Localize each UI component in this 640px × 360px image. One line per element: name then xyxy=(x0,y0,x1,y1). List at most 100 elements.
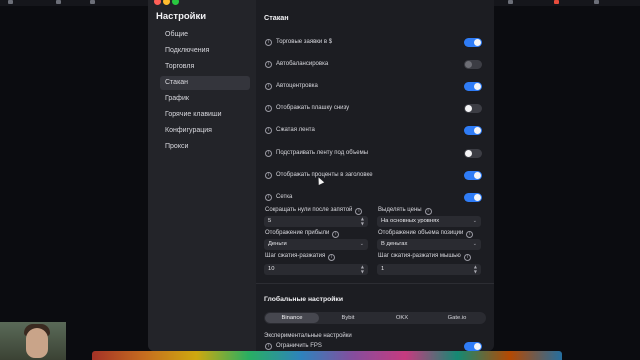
toggle-percent-in-header[interactable] xyxy=(464,171,482,180)
info-icon[interactable]: i xyxy=(265,61,272,68)
field-value: На основных уровнях xyxy=(381,218,440,224)
section-divider xyxy=(256,283,494,284)
position-volume-select[interactable]: В деньгах ⌄ xyxy=(377,239,481,250)
trim-zeros-stepper[interactable]: 5 ▲ ▼ xyxy=(264,216,368,227)
info-icon[interactable]: i xyxy=(265,127,272,134)
field-value: В деньгах xyxy=(381,241,408,247)
info-icon[interactable]: i xyxy=(466,231,474,238)
chevron-down-icon: ⌄ xyxy=(472,241,477,247)
toggle-adjust-tape-volume[interactable] xyxy=(464,149,482,158)
sidebar-item-orderbook[interactable]: Стакан xyxy=(160,76,250,90)
toggle-knob xyxy=(474,172,481,179)
exchange-tab-binance[interactable]: Binance xyxy=(265,313,319,323)
info-icon[interactable]: i xyxy=(265,39,272,46)
info-icon[interactable]: i xyxy=(265,343,272,350)
toggle-knob xyxy=(474,194,481,201)
mouse-zoom-step-stepper[interactable]: 1 ▲ ▼ xyxy=(377,264,481,275)
background-app-strip xyxy=(0,0,148,6)
setting-label: Торговые заявки в $ xyxy=(276,39,333,45)
toggle-knob xyxy=(474,83,481,90)
exchange-tab-gateio[interactable]: Gate.io xyxy=(430,313,484,323)
toggle-bottom-bar[interactable] xyxy=(464,104,482,113)
toggle-autobalancing[interactable] xyxy=(464,60,482,69)
field-label-text: Выделять цены xyxy=(378,207,422,213)
webcam-face xyxy=(26,328,48,358)
setting-label: Отображать проценты в заголовке xyxy=(276,172,373,178)
user-icon xyxy=(594,0,599,4)
sidebar-item-connections[interactable]: Подключения xyxy=(160,44,250,58)
global-settings-title: Глобальные настройки xyxy=(264,296,344,303)
field-label-text: Шаг сжатия-разжатия мышью xyxy=(378,253,461,259)
alert-icon xyxy=(554,0,559,4)
info-icon[interactable]: i xyxy=(355,208,363,215)
setting-row: i Сетка xyxy=(264,193,486,205)
experimental-settings-title: Экспериментальные настройки xyxy=(264,333,352,339)
sidebar-item-chart[interactable]: График xyxy=(160,92,250,106)
setting-row: i Торговые заявки в $ xyxy=(264,38,486,50)
sidebar-item-trading[interactable]: Торговля xyxy=(160,60,250,74)
stepper-arrows-icon[interactable]: ▲ ▼ xyxy=(361,216,364,226)
chart-icon xyxy=(90,0,95,4)
toggle-knob xyxy=(465,61,472,68)
exchange-tab-bybit[interactable]: Bybit xyxy=(321,313,375,323)
menu-icon xyxy=(8,0,13,4)
sidebar-item-proxy[interactable]: Прокси xyxy=(160,140,250,154)
setting-label: Автоцентровка xyxy=(276,83,318,89)
info-icon[interactable]: i xyxy=(265,150,272,157)
stepper-arrows-icon[interactable]: ▲ ▼ xyxy=(474,264,477,274)
setting-row: i Отображать проценты в заголовке xyxy=(264,171,486,183)
setting-row: i Автобалансировка xyxy=(264,60,486,72)
info-icon[interactable]: i xyxy=(265,172,272,179)
info-icon[interactable]: i xyxy=(265,105,272,112)
setting-row: i Подстраивать ленту под объемы xyxy=(264,149,486,161)
info-icon[interactable]: i xyxy=(424,208,432,215)
toggle-limit-fps[interactable] xyxy=(464,342,482,351)
info-icon[interactable]: i xyxy=(265,83,272,90)
field-label: Сокращать нули после запятой i xyxy=(265,207,363,215)
setting-label: Подстраивать ленту под объемы xyxy=(276,150,369,156)
setting-row: i Отображать плашку снизу xyxy=(264,104,486,116)
grid-icon xyxy=(56,0,61,4)
info-icon[interactable]: i xyxy=(328,254,336,261)
toggle-grid[interactable] xyxy=(464,193,482,202)
field-label-text: Шаг сжатия-разжатия xyxy=(265,253,326,259)
sidebar-item-general[interactable]: Общие xyxy=(160,28,250,42)
close-window-button[interactable] xyxy=(154,0,161,5)
stepper-arrows-icon[interactable]: ▲ ▼ xyxy=(361,264,364,274)
minimize-window-button[interactable] xyxy=(163,0,170,5)
toggle-knob xyxy=(465,150,472,157)
toggle-knob xyxy=(474,127,481,134)
info-icon[interactable]: i xyxy=(332,231,340,238)
field-value: Деньги xyxy=(268,241,287,247)
toggle-knob xyxy=(465,105,472,112)
settings-content: Стакан i Торговые заявки в $ i Автобалан… xyxy=(256,0,494,351)
exchange-tab-okx[interactable]: OKX xyxy=(375,313,429,323)
zoom-window-button[interactable] xyxy=(172,0,179,5)
sidebar-title: Настройки xyxy=(156,11,207,22)
field-label-text: Сокращать нули после запятой xyxy=(265,207,353,213)
toggle-orders-in-usd[interactable] xyxy=(464,38,482,47)
sidebar-item-hotkeys[interactable]: Горячие клавиши xyxy=(160,108,250,122)
clock-icon xyxy=(508,0,513,4)
toggle-autocentering[interactable] xyxy=(464,82,482,91)
highlight-prices-select[interactable]: На основных уровнях ⌄ xyxy=(377,216,481,227)
zoom-step-stepper[interactable]: 10 ▲ ▼ xyxy=(264,264,368,275)
toggle-knob xyxy=(474,39,481,46)
dock[interactable] xyxy=(92,351,562,360)
sidebar-item-configuration[interactable]: Конфигурация xyxy=(160,124,250,138)
webcam-overlay xyxy=(0,322,66,360)
settings-sidebar: Настройки Общие Подключения Торговля Ста… xyxy=(148,0,256,351)
setting-label: Автобалансировка xyxy=(276,61,329,67)
field-value: 5 xyxy=(268,218,272,224)
field-label: Выделять цены i xyxy=(378,207,432,215)
info-icon[interactable]: i xyxy=(265,194,272,201)
field-value: 10 xyxy=(268,266,275,272)
field-label-text: Отображение объема позиции xyxy=(378,230,464,236)
info-icon[interactable]: i xyxy=(463,254,471,261)
profit-display-select[interactable]: Деньги ⌄ xyxy=(264,239,368,250)
toggle-compressed-tape[interactable] xyxy=(464,126,482,135)
toggle-knob xyxy=(474,343,481,350)
setting-row: i Автоцентровка xyxy=(264,82,486,94)
setting-row: i Сжатая лента xyxy=(264,126,486,138)
field-label: Отображение прибыли i xyxy=(265,230,340,238)
